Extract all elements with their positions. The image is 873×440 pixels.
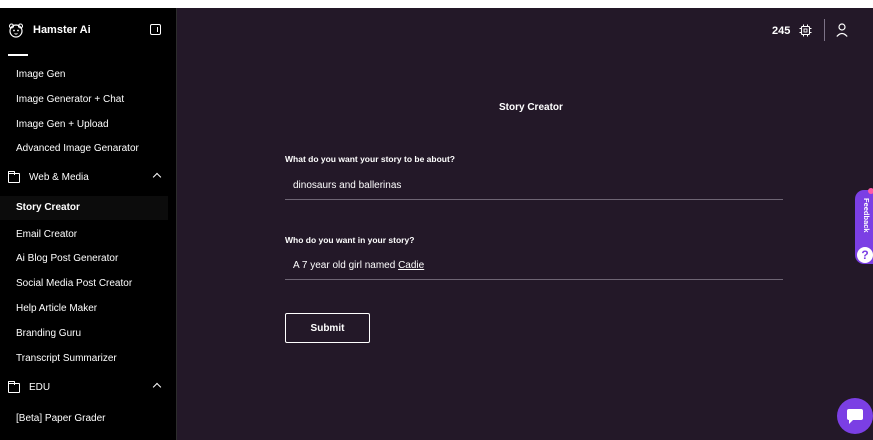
sidebar-section-edu[interactable]: EDU [0,379,177,399]
sidebar-collapse-icon[interactable] [150,24,161,35]
hamster-logo-icon [8,23,24,38]
brand-name: Hamster Ai [33,24,91,36]
story-characters-input[interactable]: A 7 year old girl named Cadie [293,260,424,271]
sidebar-item-email-creator[interactable]: Email Creator [16,229,77,240]
story-characters-underline [285,279,783,280]
sidebar-item-story-creator[interactable]: Story Creator [0,196,168,220]
folder-icon [7,171,20,183]
story-topic-label: What do you want your story to be about? [285,154,455,164]
story-characters-label: Who do you want in your story? [285,235,415,245]
sidebar-item-branding-guru[interactable]: Branding Guru [16,328,81,339]
sidebar-item-image-gen[interactable]: Image Gen [16,69,65,80]
sidebar-item-help-article-maker[interactable]: Help Article Maker [16,303,97,314]
story-topic-input[interactable]: dinosaurs and ballerinas [293,180,401,191]
sidebar-header: Hamster Ai [0,8,177,52]
story-topic-underline [285,199,783,200]
chat-bubble-icon [847,409,863,424]
sidebar-section-web-media[interactable]: Web & Media [0,169,177,189]
help-icon[interactable]: ? [857,247,873,263]
user-profile-icon[interactable] [836,23,848,37]
chevron-up-icon[interactable] [152,382,162,392]
sidebar-item-social-media-post-creator[interactable]: Social Media Post Creator [16,278,132,289]
notification-dot [868,188,873,194]
sidebar-item-paper-grader[interactable]: [Beta] Paper Grader [16,413,106,424]
chat-launcher-button[interactable] [837,398,873,434]
topbar-divider [824,19,825,41]
folder-icon [7,381,20,393]
sidebar-item-advanced-image-generator[interactable]: Advanced Image Genarator [16,143,139,154]
chip-icon[interactable] [799,24,812,37]
chevron-up-icon[interactable] [152,172,162,182]
page-title: Story Creator [499,102,563,113]
characters-text: A 7 year old girl named [293,260,399,271]
section-label: EDU [29,382,51,393]
characters-name: Cadie [398,260,425,271]
app-window: Hamster Ai Image Gen Image Generator + C… [0,8,873,440]
feedback-label: Feedback [862,198,871,233]
sidebar-item-image-generator-chat[interactable]: Image Generator + Chat [16,94,124,105]
credits-count: 245 [772,25,791,37]
section-label: Web & Media [29,172,89,183]
sidebar-item-ai-blog-post-generator[interactable]: Ai Blog Post Generator [16,253,118,264]
sidebar-item-transcript-summarizer[interactable]: Transcript Summarizer [16,353,117,364]
sidebar-divider [8,54,28,56]
sidebar-item-image-gen-upload[interactable]: Image Gen + Upload [16,119,109,130]
sidebar: Hamster Ai Image Gen Image Generator + C… [0,8,177,440]
submit-button[interactable]: Submit [285,313,370,343]
